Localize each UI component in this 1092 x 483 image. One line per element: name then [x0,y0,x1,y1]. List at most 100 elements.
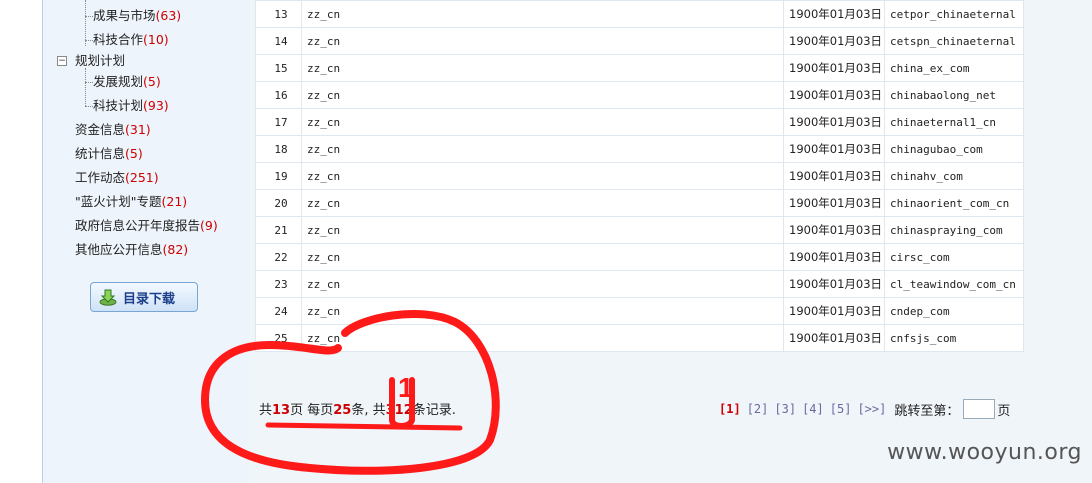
sidebar-tree: − 成果与市场(63) 科技合作(10) 规划计划 发展规划(5) 科技计划(9… [42,0,250,483]
summary-pages-suffix: 页 每页 [290,403,334,418]
row-number: 17 [255,108,302,136]
download-button-label: 目录下载 [123,291,176,307]
row-date: 1900年01月03日 [783,0,885,28]
sidebar-item-other-info[interactable]: 其他应公开信息(82) [75,240,188,260]
row-user: zz_cn [301,216,784,244]
row-number: 25 [255,324,302,352]
row-date: 1900年01月03日 [783,189,885,217]
table-row: 18 zz_cn 1900年01月03日 chinagubao_com [255,135,1024,163]
row-number: 19 [255,162,302,190]
page-link-4[interactable]: [4] [802,402,824,416]
sidebar-item-blue-fire[interactable]: "蓝火计划"专题(21) [75,192,187,212]
row-number: 18 [255,135,302,163]
table-row: 21 zz_cn 1900年01月03日 chinaspraying_com [255,216,1024,244]
table-row: 22 zz_cn 1900年01月03日 cirsc_com [255,243,1024,271]
catalog-download-button[interactable]: 目录下载 [90,282,198,312]
summary-prefix: 共 [259,403,273,418]
row-date: 1900年01月03日 [783,216,885,244]
summary-page-count: 13 [272,403,291,418]
tree-connector [85,106,93,107]
sidebar-item-development-plan[interactable]: 发展规划(5) [93,72,161,92]
row-name: china_ex_com [884,54,1024,82]
row-name: cndep_com [884,297,1024,325]
row-number: 15 [255,54,302,82]
sidebar-item-label: 工作动态 [75,170,126,185]
row-date: 1900年01月03日 [783,108,885,136]
main-content: 13 zz_cn 1900年01月03日 cetpor_chinaeternal 14 z… [249,0,1092,483]
row-user: zz_cn [301,162,784,190]
sidebar-item-tech-plan[interactable]: 科技计划(93) [93,96,169,116]
table-row: 15 zz_cn 1900年01月03日 china_ex_com [255,54,1024,82]
page-link-5[interactable]: [5] [830,402,852,416]
page-link-2[interactable]: [2] [747,402,769,416]
sidebar-item-count: (93) [143,98,169,113]
row-name: cirsc_com [884,243,1024,271]
summary-per-page: 25 [333,403,352,418]
sidebar-item-label: 发展规划 [93,74,144,89]
row-user: zz_cn [301,81,784,109]
sidebar-item-label: 成果与市场 [93,8,156,23]
row-date: 1900年01月03日 [783,81,885,109]
sidebar-item-count: (10) [143,32,169,47]
row-date: 1900年01月03日 [783,54,885,82]
row-name: cetpor_chinaeternal [884,0,1024,28]
sidebar-item-label: "蓝火计划"专题 [75,194,162,209]
row-user: zz_cn [301,0,784,28]
table-row: 17 zz_cn 1900年01月03日 chinaeternal1_cn [255,108,1024,136]
download-arrow-icon [99,289,117,306]
row-user: zz_cn [301,324,784,352]
sidebar-item-count: (5) [143,74,161,89]
table-row: 20 zz_cn 1900年01月03日 chinaorient_com_cn [255,189,1024,217]
sidebar-item-count: (9) [200,218,218,233]
tree-connector [85,40,93,41]
sidebar-item-annual-report[interactable]: 政府信息公开年度报告(9) [75,216,218,236]
row-name: chinabaolong_net [884,81,1024,109]
table-row: 16 zz_cn 1900年01月03日 chinabaolong_net [255,81,1024,109]
row-user: zz_cn [301,108,784,136]
sidebar-item-funding[interactable]: 资金信息(31) [75,120,151,140]
table-body: 13 zz_cn 1900年01月03日 cetpor_chinaeternal 14 z… [255,0,1024,352]
table-row: 13 zz_cn 1900年01月03日 cetpor_chinaeternal [255,0,1024,28]
tree-connector [85,82,93,83]
row-user: zz_cn [301,27,784,55]
summary-total-suffix: 条记录. [412,403,456,418]
row-name: cl_teawindow_com_cn [884,270,1024,298]
row-user: zz_cn [301,189,784,217]
sidebar-item-news[interactable]: 工作动态(251) [75,168,159,188]
sidebar-item-statistics[interactable]: 统计信息(5) [75,144,143,164]
sidebar-item-count: (63) [155,8,182,23]
row-number: 14 [255,27,302,55]
pagination: [1] [2] [3] [4] [5] [>>] 跳转至第： 页 [719,399,1010,419]
row-number: 23 [255,270,302,298]
row-name: chinaspraying_com [884,216,1024,244]
page-link-next[interactable]: [>>] [857,402,886,416]
row-date: 1900年01月03日 [783,27,885,55]
row-date: 1900年01月03日 [783,270,885,298]
jump-label: 跳转至第： [894,403,960,419]
summary-per-page-suffix: 条, 共 [351,403,386,418]
row-user: zz_cn [301,135,784,163]
row-user: zz_cn [301,270,784,298]
sidebar-item-tech-cooperation[interactable]: 科技合作(10) [93,30,169,50]
sidebar-item-achievements[interactable]: 成果与市场(63) [93,6,181,26]
summary-total: 312 [385,403,413,418]
page-link-1[interactable]: [1] [719,402,741,416]
row-name: cnfsjs_com [884,324,1024,352]
row-name: chinahv_com [884,162,1024,190]
sidebar-item-label: 其他应公开信息 [75,242,163,257]
sidebar-item-count: (82) [162,242,189,257]
collapse-icon[interactable]: − [57,56,67,66]
table-row: 19 zz_cn 1900年01月03日 chinahv_com [255,162,1024,190]
sidebar-item-label: 统计信息 [75,146,126,161]
row-date: 1900年01月03日 [783,297,885,325]
row-name: chinagubao_com [884,135,1024,163]
jump-page-input[interactable] [963,399,996,419]
sidebar-item-label: 规划计划 [75,53,126,68]
results-table: 13 zz_cn 1900年01月03日 cetpor_chinaeternal 14 z… [255,0,1024,352]
sidebar-item-planning[interactable]: 规划计划 [75,51,125,71]
row-date: 1900年01月03日 [783,324,885,352]
row-name: chinaorient_com_cn [884,189,1024,217]
sidebar-item-count: (5) [125,146,143,161]
page-link-3[interactable]: [3] [774,402,796,416]
tree-connector [85,68,86,106]
